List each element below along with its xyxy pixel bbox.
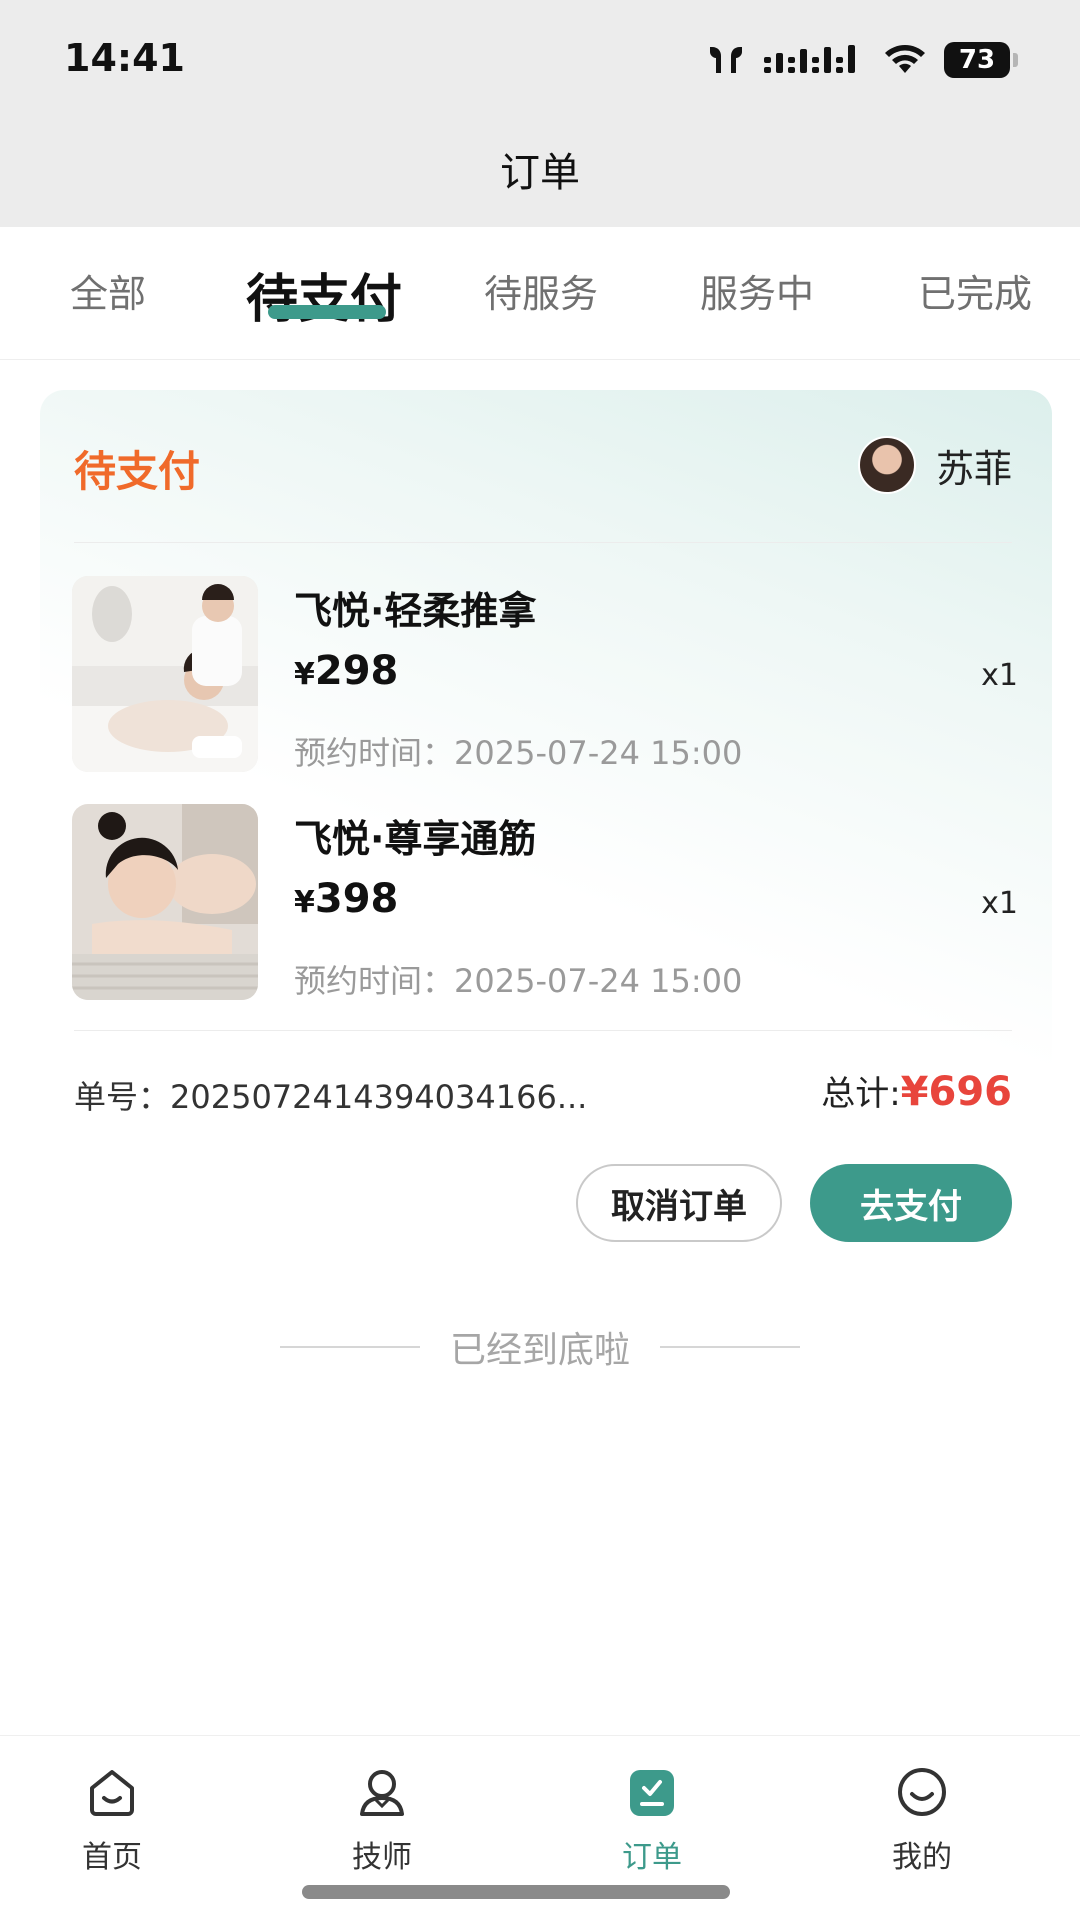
technician-name: 苏菲 bbox=[935, 446, 1012, 491]
tab-pending-service[interactable]: 待服务 bbox=[484, 263, 598, 318]
currency-symbol: ¥ bbox=[294, 885, 315, 920]
tab-in-service[interactable]: 服务中 bbox=[700, 263, 814, 318]
divider-line bbox=[660, 1346, 800, 1348]
pay-button[interactable]: 去支付 bbox=[810, 1164, 1012, 1242]
order-item[interactable]: 飞悦·轻柔推拿 ¥298 x1 预约时间：2025-07-24 15:00 bbox=[72, 576, 1018, 772]
nav-technician-label: 技师 bbox=[352, 1840, 412, 1875]
order-card[interactable]: 待支付 苏菲 飞悦·轻柔推拿 ¥298 x1 预约时间：2025-07-24 1… bbox=[40, 390, 1052, 1260]
end-of-list: 已经到底啦 bbox=[0, 1322, 1080, 1372]
top-bar: 14:41 73 订单 bbox=[0, 0, 1080, 227]
service-name: 飞悦·尊享通筋 bbox=[294, 817, 537, 861]
earbuds-icon bbox=[710, 47, 742, 73]
nav-orders[interactable]: 订单 bbox=[582, 1762, 722, 1876]
nav-technician[interactable]: 技师 bbox=[312, 1762, 452, 1876]
tab-pending-payment[interactable]: 待支付 bbox=[246, 257, 402, 332]
price-value: 298 bbox=[314, 648, 399, 694]
order-tabs: 全部 待支付 待服务 服务中 已完成 bbox=[0, 227, 1080, 360]
signal-icon bbox=[764, 45, 855, 73]
appointment-time: 预约时间：2025-07-24 15:00 bbox=[294, 962, 743, 1000]
order-status: 待支付 bbox=[74, 447, 201, 496]
service-thumbnail bbox=[72, 804, 258, 1000]
service-thumbnail bbox=[72, 576, 258, 772]
nav-profile-label: 我的 bbox=[892, 1840, 952, 1875]
service-quantity: x1 bbox=[981, 658, 1018, 693]
appointment-time: 预约时间：2025-07-24 15:00 bbox=[294, 734, 743, 772]
profile-icon bbox=[898, 1768, 946, 1816]
service-price: ¥398 bbox=[294, 876, 398, 922]
nav-profile[interactable]: 我的 bbox=[852, 1762, 992, 1876]
active-tab-indicator bbox=[268, 305, 386, 319]
technician-info[interactable]: 苏菲 bbox=[857, 436, 1012, 494]
total-amount: ¥696 bbox=[900, 1069, 1012, 1115]
tab-completed[interactable]: 已完成 bbox=[918, 263, 1032, 318]
price-value: 398 bbox=[314, 876, 399, 922]
home-icon bbox=[90, 1770, 134, 1816]
card-divider bbox=[74, 542, 1012, 543]
service-quantity: x1 bbox=[981, 886, 1018, 921]
tab-all[interactable]: 全部 bbox=[70, 263, 146, 318]
order-total: 总计:¥696 bbox=[821, 1066, 1012, 1115]
technician-avatar bbox=[857, 436, 916, 494]
order-item[interactable]: 飞悦·尊享通筋 ¥398 x1 预约时间：2025-07-24 15:00 bbox=[72, 804, 1018, 1000]
nav-home-label: 首页 bbox=[82, 1840, 142, 1875]
service-price: ¥298 bbox=[294, 648, 398, 694]
wifi-icon bbox=[885, 45, 925, 73]
order-number: 单号：2025072414394034166... bbox=[74, 1078, 588, 1116]
technician-icon bbox=[360, 1770, 404, 1816]
nav-orders-label: 订单 bbox=[622, 1840, 682, 1875]
end-of-list-text: 已经到底啦 bbox=[449, 1330, 630, 1371]
card-divider bbox=[74, 1030, 1012, 1031]
page-title: 订单 bbox=[500, 150, 580, 196]
home-indicator[interactable] bbox=[302, 1885, 730, 1899]
divider-line bbox=[279, 1346, 420, 1348]
status-time: 14:41 bbox=[64, 36, 185, 80]
cancel-order-button[interactable]: 取消订单 bbox=[576, 1164, 782, 1242]
service-name: 飞悦·轻柔推拿 bbox=[294, 589, 537, 633]
currency-symbol: ¥ bbox=[294, 657, 315, 692]
nav-home[interactable]: 首页 bbox=[42, 1762, 182, 1876]
total-label: 总计: bbox=[821, 1074, 901, 1114]
battery-indicator: 73 bbox=[944, 42, 1018, 78]
status-icons: 73 bbox=[706, 40, 1018, 80]
order-icon bbox=[630, 1770, 674, 1816]
